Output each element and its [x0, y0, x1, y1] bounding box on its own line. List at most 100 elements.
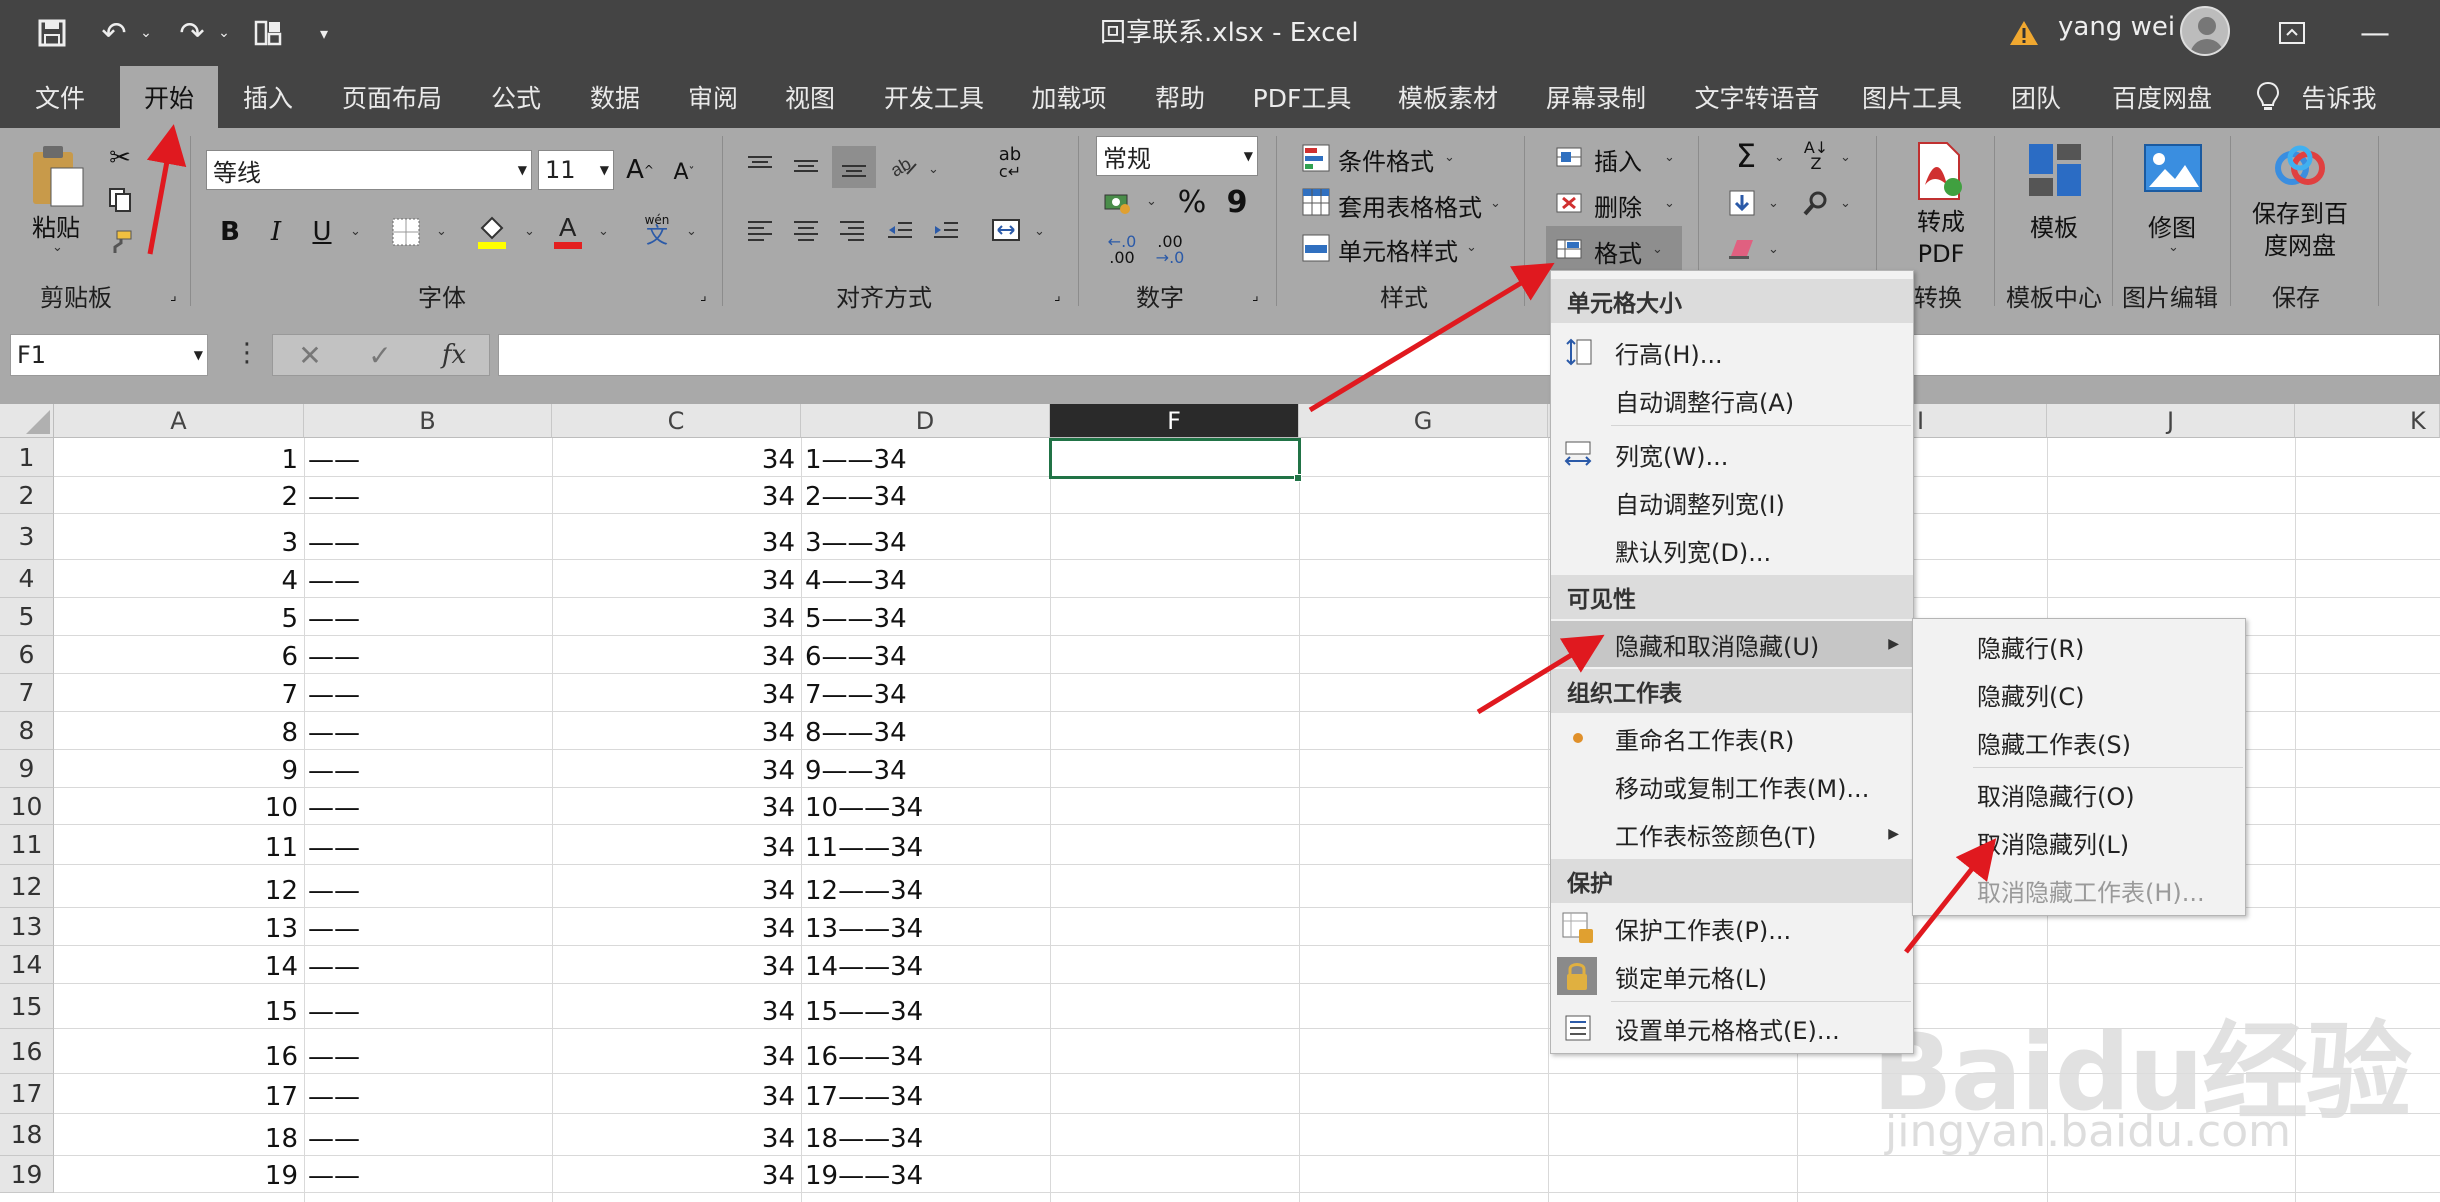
- decrease-decimal-icon[interactable]: .00 →.0: [1148, 228, 1192, 272]
- cell-a[interactable]: 15: [54, 984, 298, 1029]
- baidu-pan-icon[interactable]: [2268, 142, 2332, 192]
- cell-b[interactable]: ——: [308, 1074, 548, 1114]
- align-right-icon[interactable]: [832, 212, 872, 248]
- autosum-dropdown-icon[interactable]: ⌄: [1774, 150, 1785, 165]
- column-header-b[interactable]: B: [304, 404, 552, 438]
- cell-b[interactable]: ——: [308, 438, 548, 477]
- font-launcher-icon[interactable]: ⌟: [700, 288, 707, 304]
- row-header[interactable]: 2: [0, 477, 54, 514]
- alignment-launcher-icon[interactable]: ⌟: [1054, 288, 1061, 304]
- cell-b[interactable]: ——: [308, 598, 548, 636]
- column-header-f[interactable]: F: [1050, 404, 1299, 438]
- cell-a[interactable]: 2: [54, 477, 298, 514]
- paste-dropdown-icon[interactable]: ⌄: [52, 240, 63, 255]
- avatar[interactable]: [2180, 6, 2230, 56]
- cell-d[interactable]: 14——34: [805, 946, 1045, 984]
- cell-c[interactable]: 34: [552, 1114, 795, 1156]
- font-size-dropdown-icon[interactable]: ▼: [600, 151, 609, 189]
- submenu-item-hide-columns[interactable]: 隐藏列(C): [1913, 671, 2245, 717]
- cancel-icon[interactable]: ✕: [290, 336, 330, 374]
- cell-b[interactable]: ——: [308, 750, 548, 788]
- cell-b[interactable]: ——: [308, 712, 548, 750]
- row-header[interactable]: 15: [0, 984, 54, 1029]
- submenu-item-unhide-rows[interactable]: 取消隐藏行(O): [1913, 771, 2245, 817]
- fill-color-dropdown-icon[interactable]: ⌄: [524, 224, 535, 239]
- tab-formulas[interactable]: 公式: [476, 66, 556, 128]
- format-cells-icon[interactable]: [1552, 232, 1586, 266]
- paste-icon[interactable]: [24, 140, 92, 210]
- grow-font-button[interactable]: A ^: [622, 152, 658, 188]
- cell-b[interactable]: ——: [308, 946, 548, 984]
- percent-button[interactable]: %: [1172, 182, 1212, 222]
- menu-item-column-width[interactable]: 列宽(W)...: [1551, 431, 1913, 477]
- tab-tell-me[interactable]: 告诉我: [2296, 66, 2382, 128]
- tab-addins[interactable]: 加载项: [1016, 66, 1122, 128]
- menu-item-autofit-row[interactable]: 自动调整行高(A): [1551, 377, 1913, 423]
- tab-developer[interactable]: 开发工具: [872, 66, 996, 128]
- row-header[interactable]: 18: [0, 1114, 54, 1156]
- select-all-button[interactable]: [0, 404, 54, 438]
- cell-c[interactable]: 34: [552, 598, 795, 636]
- tab-home[interactable]: 开始: [120, 66, 218, 128]
- cell-d[interactable]: 2——34: [805, 477, 1045, 514]
- cell-c[interactable]: 34: [552, 1156, 795, 1193]
- warning-icon[interactable]: [2006, 0, 2042, 66]
- cell-a[interactable]: 16: [54, 1029, 298, 1074]
- menu-item-autofit-column[interactable]: 自动调整列宽(I): [1551, 479, 1913, 525]
- sort-filter-icon[interactable]: A↓ Z: [1796, 138, 1836, 174]
- tab-view[interactable]: 视图: [770, 66, 850, 128]
- font-color-icon[interactable]: A: [548, 208, 588, 254]
- bold-button[interactable]: B: [212, 210, 248, 254]
- clipboard-launcher-icon[interactable]: ⌟: [170, 288, 177, 304]
- cell-b[interactable]: ——: [308, 1156, 548, 1193]
- cell-a[interactable]: 12: [54, 865, 298, 908]
- cell-b[interactable]: ——: [308, 514, 548, 560]
- comma-button[interactable]: 9: [1220, 182, 1254, 222]
- cell-d[interactable]: 15——34: [805, 984, 1045, 1029]
- cell-b[interactable]: ——: [308, 674, 548, 712]
- cell-d[interactable]: 19——34: [805, 1156, 1045, 1193]
- cell-a[interactable]: 7: [54, 674, 298, 712]
- convert-pdf-button[interactable]: 转成PDF: [1914, 206, 1968, 270]
- template-icon[interactable]: [2024, 138, 2086, 202]
- orientation-icon[interactable]: ab: [884, 148, 924, 184]
- row-header[interactable]: 5: [0, 598, 54, 636]
- minimize-icon[interactable]: —: [2350, 0, 2400, 66]
- tab-tts[interactable]: 文字转语音: [1682, 66, 1832, 128]
- phonetic-dropdown-icon[interactable]: ⌄: [686, 224, 697, 239]
- fill-color-icon[interactable]: [472, 210, 512, 254]
- find-select-icon[interactable]: [1796, 184, 1836, 222]
- row-header[interactable]: 17: [0, 1074, 54, 1114]
- cell-d[interactable]: 9——34: [805, 750, 1045, 788]
- undo-dropdown-icon[interactable]: ⌄: [136, 0, 156, 66]
- column-header-g[interactable]: G: [1299, 404, 1548, 438]
- row-header[interactable]: 16: [0, 1029, 54, 1074]
- tab-screen-record[interactable]: 屏幕录制: [1534, 66, 1658, 128]
- cell-c[interactable]: 34: [552, 438, 795, 477]
- menu-item-row-height[interactable]: 行高(H)...: [1551, 329, 1913, 375]
- row-header[interactable]: 14: [0, 946, 54, 984]
- column-header-c[interactable]: C: [552, 404, 801, 438]
- cell-d[interactable]: 16——34: [805, 1029, 1045, 1074]
- accounting-format-icon[interactable]: [1098, 184, 1138, 220]
- cell-d[interactable]: 10——34: [805, 788, 1045, 825]
- row-header[interactable]: 6: [0, 636, 54, 674]
- save-to-baidu-button[interactable]: 保存到百度网盘: [2246, 198, 2354, 262]
- column-header-a[interactable]: A: [54, 404, 304, 438]
- delete-cells-dropdown-icon[interactable]: ⌄: [1664, 196, 1675, 211]
- tab-template[interactable]: 模板素材: [1386, 66, 1510, 128]
- cell-c[interactable]: 34: [552, 560, 795, 598]
- align-left-icon[interactable]: [740, 212, 780, 248]
- tab-pdf-tools[interactable]: PDF工具: [1244, 66, 1360, 128]
- font-family-combo[interactable]: 等线 ▼: [206, 150, 532, 190]
- cell-d[interactable]: 12——34: [805, 865, 1045, 908]
- format-painter-icon[interactable]: [104, 226, 136, 258]
- menu-item-protect-sheet[interactable]: 保护工作表(P)...: [1551, 905, 1913, 951]
- cell-a[interactable]: 11: [54, 825, 298, 865]
- menu-item-move-copy-sheet[interactable]: 移动或复制工作表(M)...: [1551, 763, 1913, 809]
- format-cells-label[interactable]: 格式: [1594, 234, 1642, 269]
- cell-d[interactable]: 3——34: [805, 514, 1045, 560]
- cell-a[interactable]: 1: [54, 438, 298, 477]
- cell-c[interactable]: 34: [552, 984, 795, 1029]
- retouch-dropdown-icon[interactable]: ⌄: [2168, 240, 2179, 255]
